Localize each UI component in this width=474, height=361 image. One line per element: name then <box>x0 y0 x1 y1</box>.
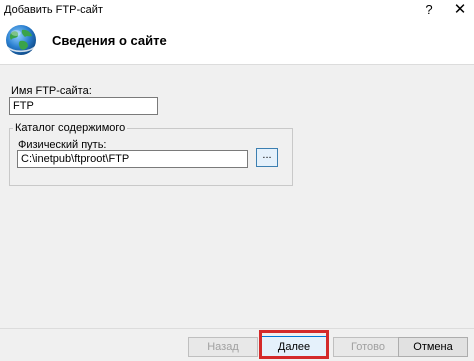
wizard-header: Сведения о сайте <box>0 20 474 65</box>
content-directory-legend: Каталог содержимого <box>13 122 128 134</box>
back-button[interactable]: Назад <box>188 337 258 357</box>
site-name-label: Имя FTP-сайта: <box>11 85 92 97</box>
window-title: Добавить FTP-сайт <box>4 4 103 16</box>
globe-icon <box>6 25 38 55</box>
add-ftp-site-dialog: Добавить FTP-сайт ? ✕ Сведения о сайте И… <box>0 0 474 361</box>
physical-path-input[interactable]: C:\inetpub\ftproot\FTP <box>17 150 248 168</box>
page-heading: Сведения о сайте <box>52 33 167 48</box>
finish-button[interactable]: Готово <box>333 337 403 357</box>
site-name-input[interactable]: FTP <box>9 97 158 115</box>
title-bar: Добавить FTP-сайт ? ✕ <box>0 0 474 20</box>
cancel-button[interactable]: Отмена <box>398 337 468 357</box>
help-button[interactable]: ? <box>418 0 440 20</box>
footer-divider <box>0 328 474 329</box>
browse-button[interactable]: ... <box>256 148 278 167</box>
next-button[interactable]: Далее <box>259 336 329 358</box>
close-button[interactable]: ✕ <box>446 0 474 20</box>
